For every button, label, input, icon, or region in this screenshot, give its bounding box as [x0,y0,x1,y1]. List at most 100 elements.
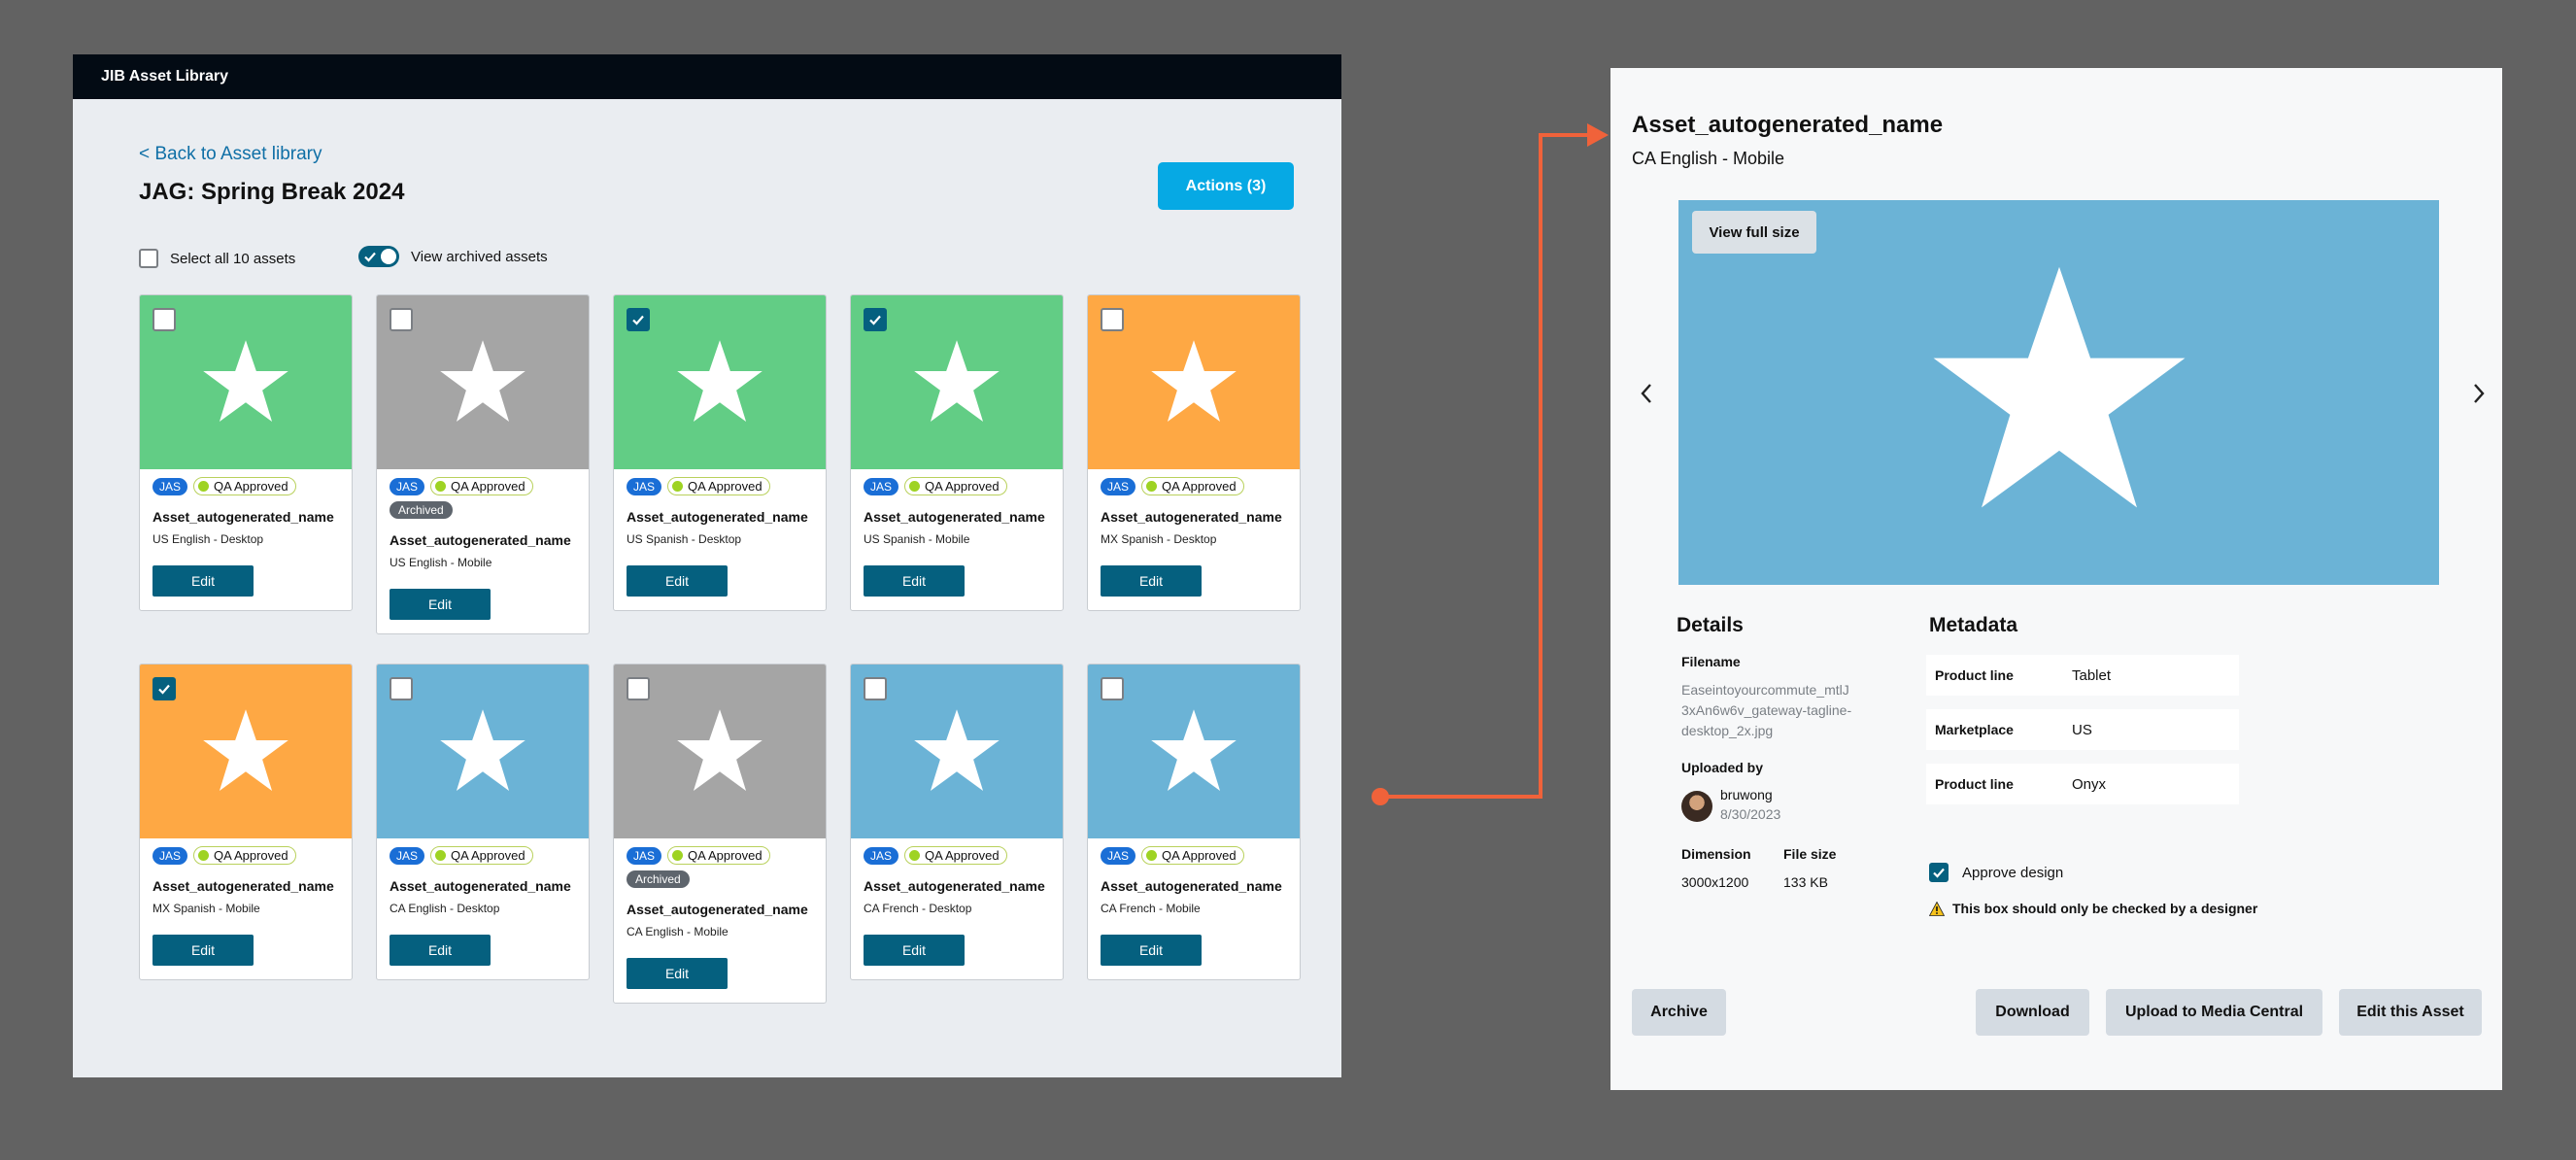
jas-tag: JAS [864,477,899,495]
asset-select-checkbox[interactable] [153,308,176,331]
metadata-key: Marketplace [1935,722,2014,737]
asset-card[interactable]: JAS QA Approved Asset_autogenerated_name… [139,294,353,611]
view-archived-toggle[interactable] [358,246,399,267]
page-title: JAG: Spring Break 2024 [139,179,405,205]
metadata-row: Product line Tablet [1926,655,2239,696]
asset-select-checkbox[interactable] [627,677,650,700]
actions-button[interactable]: Actions (3) [1158,162,1294,210]
asset-card[interactable]: JAS QA Approved Archived Asset_autogener… [613,664,827,1004]
asset-thumbnail[interactable] [140,295,352,469]
qa-status-badge: QA Approved [904,846,1007,865]
previous-asset-button[interactable] [1635,379,1658,408]
select-all-control[interactable]: Select all 10 assets [139,249,295,268]
qa-status-badge: QA Approved [430,477,533,495]
jas-tag: JAS [390,846,425,865]
warning-icon [1929,901,1945,916]
asset-thumbnail[interactable] [614,665,826,838]
back-to-library-link[interactable]: < Back to Asset library [139,144,322,165]
view-full-size-button[interactable]: View full size [1692,211,1816,254]
asset-thumbnail[interactable] [377,295,589,469]
download-button[interactable]: Download [1976,989,2089,1036]
qa-status-text: QA Approved [688,479,763,494]
jas-tag: JAS [1101,477,1136,495]
asset-select-checkbox[interactable] [864,677,887,700]
edit-button[interactable]: Edit [153,935,254,966]
edit-this-asset-button[interactable]: Edit this Asset [2339,989,2482,1036]
approve-design-control[interactable]: Approve design [1929,863,2063,882]
asset-select-checkbox[interactable] [390,308,413,331]
star-icon [1933,266,2185,508]
asset-card[interactable]: JAS QA Approved Archived Asset_autogener… [376,294,590,634]
jas-tag: JAS [153,846,188,865]
next-asset-button[interactable] [2467,379,2491,408]
status-dot-icon [198,481,210,492]
file-size-value: 133 KB [1783,874,1828,890]
edit-button[interactable]: Edit [627,958,728,989]
upload-date: 8/30/2023 [1720,806,1781,822]
asset-select-checkbox[interactable] [153,677,176,700]
select-all-checkbox[interactable] [139,249,158,268]
edit-button[interactable]: Edit [864,935,965,966]
asset-card[interactable]: JAS QA Approved Asset_autogenerated_name… [376,664,590,980]
asset-tags: JAS QA Approved [140,838,352,865]
star-icon [203,708,288,791]
edit-button[interactable]: Edit [390,589,491,620]
metadata-row: Marketplace US [1926,709,2239,750]
asset-card[interactable]: JAS QA Approved Asset_autogenerated_name… [139,664,353,980]
upload-to-media-central-button[interactable]: Upload to Media Central [2106,989,2322,1036]
asset-thumbnail[interactable] [851,295,1063,469]
approve-design-label: Approve design [1962,864,2064,881]
status-dot-icon [435,481,447,492]
asset-card[interactable]: JAS QA Approved Asset_autogenerated_name… [1087,664,1301,980]
approve-design-checkbox[interactable] [1929,863,1949,882]
dimension-value: 3000x1200 [1681,874,1749,890]
asset-thumbnail[interactable] [851,665,1063,838]
filename-label: Filename [1681,654,1741,669]
connector-origin-dot [1372,788,1389,805]
edit-button[interactable]: Edit [153,565,254,597]
asset-select-checkbox[interactable] [1101,308,1124,331]
star-icon [914,708,1000,791]
asset-select-checkbox[interactable] [627,308,650,331]
qa-status-badge: QA Approved [667,846,770,865]
status-dot-icon [435,850,447,861]
asset-thumbnail[interactable] [140,665,352,838]
star-icon [677,339,763,422]
asset-card[interactable]: JAS QA Approved Asset_autogenerated_name… [613,294,827,611]
edit-button[interactable]: Edit [864,565,965,597]
asset-locale: MX Spanish - Desktop [1101,532,1217,546]
qa-status-text: QA Approved [1162,479,1237,494]
asset-library-window: JIB Asset Library < Back to Asset librar… [73,54,1341,1077]
edit-button[interactable]: Edit [1101,565,1202,597]
asset-thumbnail[interactable] [1088,295,1300,469]
chevron-right-icon [2474,384,2485,403]
asset-tags: JAS QA Approved [1088,838,1300,865]
asset-select-checkbox[interactable] [864,308,887,331]
asset-locale: CA French - Desktop [864,902,972,915]
check-icon [869,315,881,325]
asset-card[interactable]: JAS QA Approved Asset_autogenerated_name… [1087,294,1301,611]
edit-button[interactable]: Edit [1101,935,1202,966]
asset-select-checkbox[interactable] [390,677,413,700]
qa-status-text: QA Approved [214,848,288,863]
asset-tags: JAS QA Approved [614,469,826,495]
asset-card[interactable]: JAS QA Approved Asset_autogenerated_name… [850,664,1064,980]
metadata-key: Product line [1935,776,2014,792]
qa-status-text: QA Approved [925,848,1000,863]
asset-tags: JAS QA Approved [851,838,1063,865]
asset-thumbnail[interactable] [377,665,589,838]
asset-thumbnail[interactable] [614,295,826,469]
archive-button[interactable]: Archive [1632,989,1726,1036]
edit-button[interactable]: Edit [390,935,491,966]
asset-thumbnail[interactable] [1088,665,1300,838]
edit-button[interactable]: Edit [627,565,728,597]
filename-value: Easeintoyourcommute_mtlJ3xAn6w6v_gateway… [1681,682,1852,738]
metadata-value: Onyx [2072,775,2107,793]
jas-tag: JAS [627,846,662,865]
asset-card[interactable]: JAS QA Approved Asset_autogenerated_name… [850,294,1064,611]
status-dot-icon [672,481,684,492]
qa-status-text: QA Approved [451,848,525,863]
asset-select-checkbox[interactable] [1101,677,1124,700]
qa-status-badge: QA Approved [904,477,1007,495]
view-archived-control[interactable]: View archived assets [358,246,548,267]
